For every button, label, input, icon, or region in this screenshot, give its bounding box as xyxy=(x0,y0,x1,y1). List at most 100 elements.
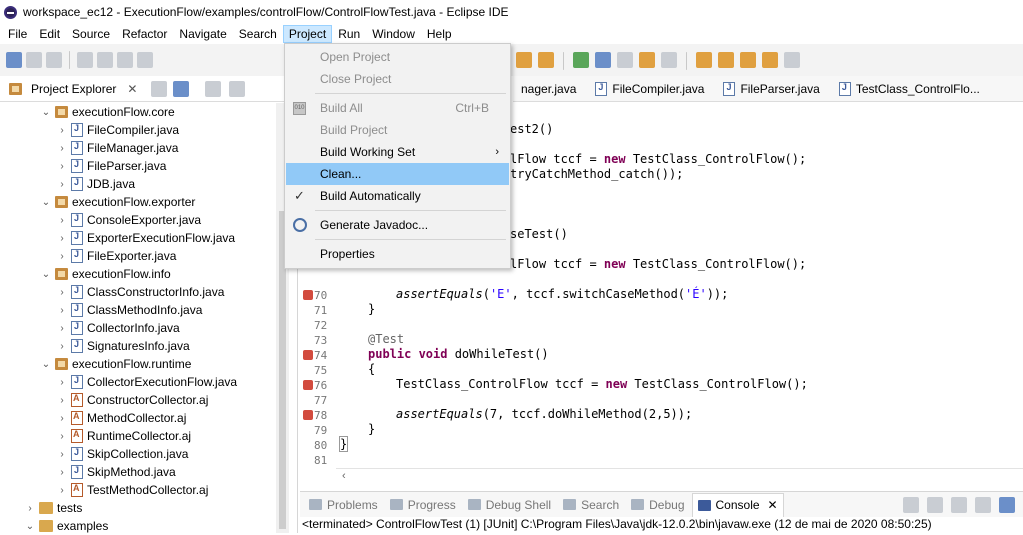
save-icon[interactable] xyxy=(26,52,42,68)
project-explorer-tab[interactable]: Project Explorer ✕ xyxy=(6,82,137,96)
chevron-down-icon[interactable]: ⌄ xyxy=(40,269,52,280)
chevron-right-icon[interactable]: › xyxy=(56,233,68,244)
menu-source[interactable]: Source xyxy=(66,25,116,43)
tree-file[interactable]: › FileExporter.java xyxy=(0,247,290,265)
menu-run[interactable]: Run xyxy=(332,25,366,43)
step-into-icon[interactable] xyxy=(137,52,153,68)
chevron-right-icon[interactable]: › xyxy=(56,485,68,496)
chevron-right-icon[interactable]: › xyxy=(56,467,68,478)
tree-file[interactable]: › RuntimeCollector.aj xyxy=(0,427,290,445)
chevron-down-icon[interactable]: ⌄ xyxy=(40,107,52,118)
menu-build-all[interactable]: 010 Build All Ctrl+B xyxy=(286,97,509,119)
editor-hscrollbar[interactable]: ‹ xyxy=(336,468,1023,485)
tree-file[interactable]: › CollectorInfo.java xyxy=(0,319,290,337)
tab-debug-shell[interactable]: Debug Shell xyxy=(463,493,556,517)
tab-testclass[interactable]: TestClass_ControlFlo... xyxy=(828,76,988,102)
chevron-right-icon[interactable]: › xyxy=(56,377,68,388)
tree-file[interactable]: › ConsoleExporter.java xyxy=(0,211,290,229)
chevron-right-icon[interactable]: › xyxy=(56,395,68,406)
tree-file[interactable]: › ConstructorCollector.aj xyxy=(0,391,290,409)
menu-open-project[interactable]: Open Project xyxy=(286,46,509,68)
open-folder-icon[interactable] xyxy=(516,52,532,68)
chevron-right-icon[interactable]: › xyxy=(56,413,68,424)
prev-annotation-icon[interactable] xyxy=(718,52,734,68)
chevron-down-icon[interactable]: ⌄ xyxy=(40,197,52,208)
tree-file[interactable]: › TestMethodCollector.aj xyxy=(0,481,290,499)
chevron-right-icon[interactable]: › xyxy=(56,125,68,136)
annotation-icon[interactable] xyxy=(639,52,655,68)
menu-refactor[interactable]: Refactor xyxy=(116,25,173,43)
chevron-right-icon[interactable]: › xyxy=(56,161,68,172)
menu-file[interactable]: File xyxy=(2,25,33,43)
menu-close-project[interactable]: Close Project xyxy=(286,68,509,90)
error-marker-icon[interactable] xyxy=(303,350,313,360)
tree-package[interactable]: ⌄ executionFlow.runtime xyxy=(0,355,290,373)
menu-search[interactable]: Search xyxy=(233,25,283,43)
chevron-down-icon[interactable]: ⌄ xyxy=(40,359,52,370)
menu-navigate[interactable]: Navigate xyxy=(173,25,232,43)
chevron-right-icon[interactable]: › xyxy=(24,503,36,514)
tree-folder[interactable]: ⌄ examples xyxy=(0,517,290,535)
tree-file[interactable]: › JDB.java xyxy=(0,175,290,193)
chevron-right-icon[interactable]: › xyxy=(56,305,68,316)
terminate-icon[interactable] xyxy=(117,52,133,68)
tab-fileparser[interactable]: FileParser.java xyxy=(712,76,827,102)
chevron-right-icon[interactable]: › xyxy=(56,449,68,460)
tree-file[interactable]: › CollectorExecutionFlow.java xyxy=(0,373,290,391)
chevron-down-icon[interactable]: ⌄ xyxy=(24,521,36,532)
tab-problems[interactable]: Problems xyxy=(304,493,383,517)
menu-generate-javadoc[interactable]: Generate Javadoc... xyxy=(286,214,509,236)
menu-properties[interactable]: Properties xyxy=(286,243,509,265)
show-whitespace-icon[interactable] xyxy=(617,52,633,68)
tree-file[interactable]: › FileCompiler.java xyxy=(0,121,290,139)
back-icon[interactable] xyxy=(762,52,778,68)
tree-file[interactable]: › ExporterExecutionFlow.java xyxy=(0,229,290,247)
menu-build-project[interactable]: Build Project xyxy=(286,119,509,141)
last-edit-icon[interactable] xyxy=(740,52,756,68)
error-marker-icon[interactable] xyxy=(303,410,313,420)
menu-help[interactable]: Help xyxy=(421,25,458,43)
new-icon[interactable] xyxy=(6,52,22,68)
view-menu-icon[interactable] xyxy=(205,80,222,97)
menu-build-automatically[interactable]: ✓ Build Automatically xyxy=(286,185,509,207)
tree-file[interactable]: › FileManager.java xyxy=(0,139,290,157)
next-annotation-icon[interactable] xyxy=(696,52,712,68)
tree-file[interactable]: › SkipMethod.java xyxy=(0,463,290,481)
save-all-icon[interactable] xyxy=(46,52,62,68)
resume-icon[interactable] xyxy=(77,52,93,68)
tree-file[interactable]: › MethodCollector.aj xyxy=(0,409,290,427)
chevron-right-icon[interactable]: › xyxy=(56,179,68,190)
tab-progress[interactable]: Progress xyxy=(385,493,461,517)
chevron-right-icon[interactable]: › xyxy=(56,143,68,154)
forward-icon[interactable] xyxy=(784,52,800,68)
mark-occurrences-icon[interactable] xyxy=(595,52,611,68)
chevron-right-icon[interactable]: › xyxy=(56,341,68,352)
close-icon[interactable]: ✕ xyxy=(768,498,778,512)
minimize-icon[interactable] xyxy=(229,80,246,97)
tab-filecompiler[interactable]: FileCompiler.java xyxy=(584,76,712,102)
chevron-right-icon[interactable]: › xyxy=(56,215,68,226)
run-tool-icon[interactable] xyxy=(538,52,554,68)
error-marker-icon[interactable] xyxy=(303,380,313,390)
scroll-left-icon[interactable]: ‹ xyxy=(342,470,346,482)
link-editor-icon[interactable] xyxy=(173,80,190,97)
tab-console[interactable]: Console ✕ xyxy=(691,492,784,517)
terminate-icon[interactable] xyxy=(903,497,919,513)
tree-file[interactable]: › SignaturesInfo.java xyxy=(0,337,290,355)
error-marker-icon[interactable] xyxy=(303,290,313,300)
tree-file[interactable]: › SkipCollection.java xyxy=(0,445,290,463)
word-wrap-icon[interactable] xyxy=(999,497,1015,513)
scroll-lock-icon[interactable] xyxy=(975,497,991,513)
chevron-right-icon[interactable]: › xyxy=(56,287,68,298)
menu-project[interactable]: Project xyxy=(282,25,333,43)
tree-file[interactable]: › ClassConstructorInfo.java xyxy=(0,283,290,301)
tree-file[interactable]: › FileParser.java xyxy=(0,157,290,175)
tab-filemanager[interactable]: nager.java xyxy=(513,76,584,102)
remove-launch-icon[interactable] xyxy=(927,497,943,513)
menu-window[interactable]: Window xyxy=(366,25,421,43)
menu-edit[interactable]: Edit xyxy=(33,25,66,43)
tree-file[interactable]: › ClassMethodInfo.java xyxy=(0,301,290,319)
tree-package[interactable]: ⌄ executionFlow.info xyxy=(0,265,290,283)
chevron-right-icon[interactable]: › xyxy=(56,323,68,334)
tree-folder[interactable]: › tests xyxy=(0,499,290,517)
